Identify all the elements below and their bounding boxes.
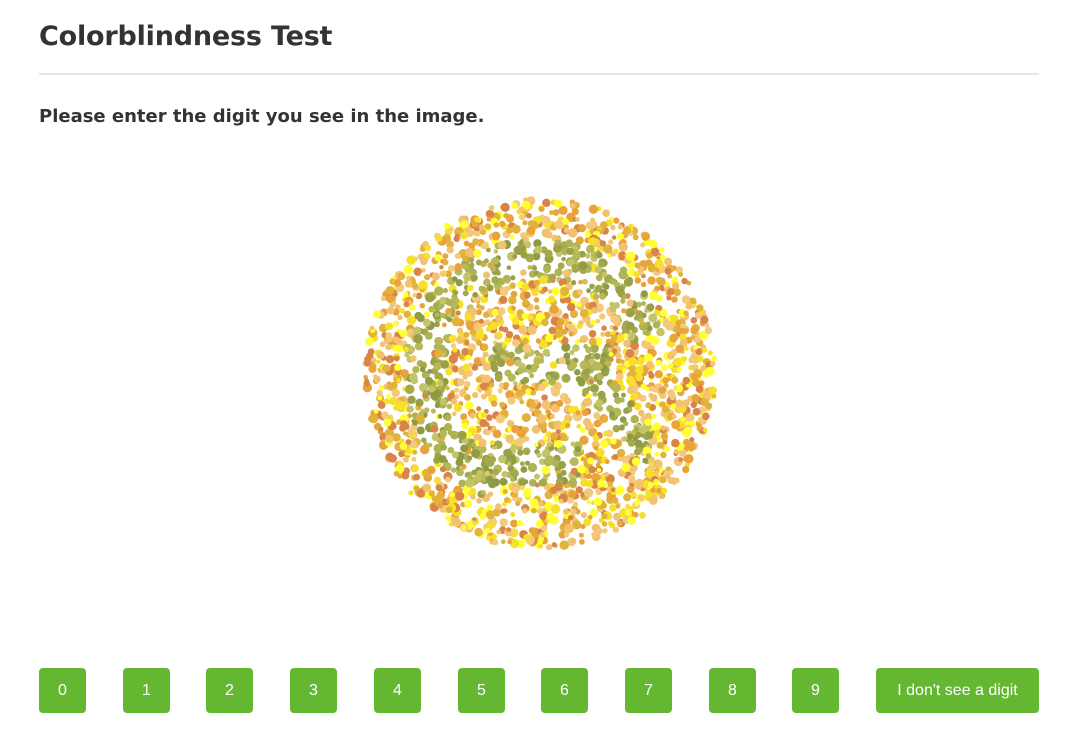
- instruction-text: Please enter the digit you see in the im…: [39, 106, 485, 127]
- digit-button-4[interactable]: 4: [374, 668, 421, 713]
- digit-button-5[interactable]: 5: [458, 668, 505, 713]
- digit-button-6[interactable]: 6: [541, 668, 588, 713]
- answer-buttons: 0 1 2 3 4 5 6 7 8 9 I don't see a digit: [39, 668, 1039, 713]
- digit-button-0[interactable]: 0: [39, 668, 86, 713]
- digit-button-8[interactable]: 8: [709, 668, 756, 713]
- ishihara-plate-image: [358, 192, 722, 556]
- digit-button-3[interactable]: 3: [290, 668, 337, 713]
- digit-button-2[interactable]: 2: [206, 668, 253, 713]
- digit-button-1[interactable]: 1: [123, 668, 170, 713]
- page-title: Colorblindness Test: [39, 21, 333, 52]
- digit-button-9[interactable]: 9: [792, 668, 839, 713]
- ishihara-plate-icon: [362, 196, 717, 551]
- no-digit-button[interactable]: I don't see a digit: [876, 668, 1039, 713]
- digit-button-7[interactable]: 7: [625, 668, 672, 713]
- header-divider: [39, 73, 1039, 75]
